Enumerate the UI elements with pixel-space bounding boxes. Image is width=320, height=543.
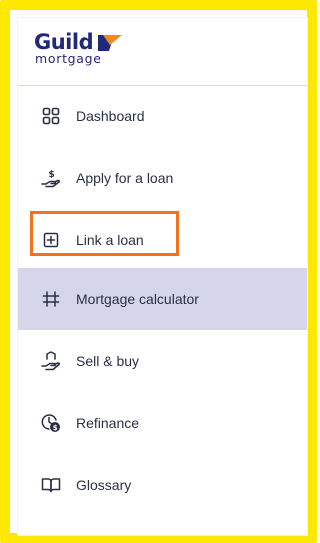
logo-flag-icon bbox=[98, 35, 122, 51]
sidebar: Guild mortgage Dashboard $ Apply for a l… bbox=[18, 18, 307, 535]
grid-icon bbox=[41, 106, 61, 126]
sidebar-item-label: Dashboard bbox=[76, 108, 145, 124]
clock-dollar-icon: $ bbox=[41, 413, 61, 433]
sidebar-item-label: Mortgage calculator bbox=[76, 291, 199, 307]
sidebar-item-refinance[interactable]: $ Refinance bbox=[18, 392, 307, 454]
svg-text:$: $ bbox=[53, 424, 58, 432]
sidebar-item-label: Refinance bbox=[76, 415, 140, 431]
sidebar-item-mortgage-calculator[interactable]: Mortgage calculator bbox=[18, 268, 307, 330]
sidebar-item-label: Link a loan bbox=[76, 232, 144, 248]
book-icon bbox=[41, 475, 61, 495]
calculator-sliders-icon bbox=[41, 289, 61, 309]
hand-dollar-icon: $ bbox=[41, 168, 61, 188]
sidebar-item-sell-and-buy[interactable]: Sell & buy bbox=[18, 330, 307, 392]
sidebar-item-dashboard[interactable]: Dashboard bbox=[18, 85, 307, 147]
svg-text:$: $ bbox=[49, 170, 55, 180]
sidebar-item-label: Apply for a loan bbox=[76, 170, 174, 186]
logo-subtitle: mortgage bbox=[35, 51, 102, 66]
hand-house-icon bbox=[41, 351, 61, 371]
sidebar-header: Guild mortgage bbox=[18, 18, 307, 86]
sidebar-item-label: Sell & buy bbox=[76, 353, 140, 369]
sidebar-item-link-a-loan[interactable]: Link a loan bbox=[18, 209, 307, 271]
sidebar-item-label: Glossary bbox=[76, 477, 132, 493]
sidebar-item-apply-for-a-loan[interactable]: $ Apply for a loan bbox=[18, 147, 307, 209]
plus-square-icon bbox=[41, 230, 61, 250]
sidebar-item-glossary[interactable]: Glossary bbox=[18, 454, 307, 516]
